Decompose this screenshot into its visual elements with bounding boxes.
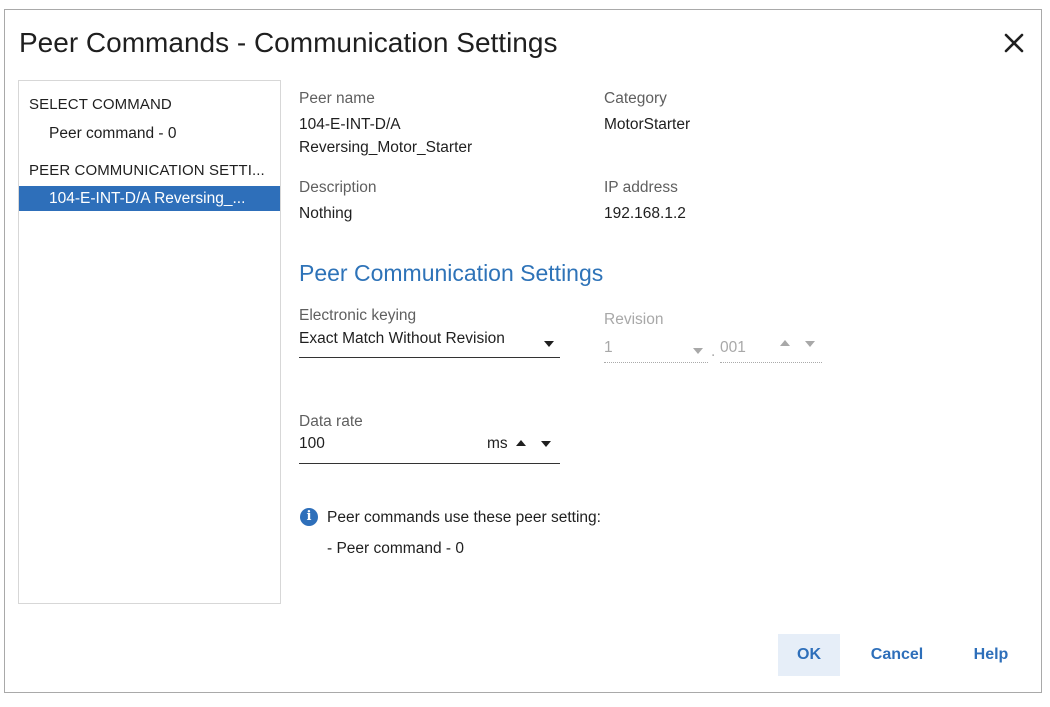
- revision-separator: .: [711, 343, 716, 360]
- revision-major-value: 1: [604, 339, 613, 356]
- info-message: Peer commands use these peer setting:: [327, 509, 601, 526]
- revision-label: Revision: [604, 311, 664, 328]
- info-list-item: - Peer command - 0: [327, 540, 464, 557]
- category-value: MotorStarter: [604, 116, 691, 133]
- peer-name-value-line1: 104-E-INT-D/A: [299, 116, 401, 133]
- decrement-icon[interactable]: [541, 441, 551, 447]
- revision-major-dropdown: 1: [604, 336, 708, 363]
- info-icon: i: [300, 508, 318, 526]
- data-rate-unit: ms: [487, 435, 508, 452]
- sidebar-item-peer-command-0[interactable]: Peer command - 0: [19, 121, 280, 146]
- sidebar-section-peer-communication-settings: PEER COMMUNICATION SETTI...: [29, 162, 265, 179]
- decrement-icon: [805, 341, 815, 347]
- description-label: Description: [299, 179, 377, 196]
- increment-icon: [780, 340, 790, 346]
- description-value: Nothing: [299, 205, 353, 222]
- dialog-title: Peer Commands - Communication Settings: [19, 27, 558, 58]
- communication-settings-dialog: Peer Commands - Communication Settings S…: [4, 9, 1042, 693]
- sidebar-item-peer-setting-selected[interactable]: 104-E-INT-D/A Reversing_...: [19, 186, 280, 211]
- revision-minor-stepper: 001: [720, 336, 822, 363]
- increment-icon[interactable]: [516, 440, 526, 446]
- electronic-keying-label: Electronic keying: [299, 307, 417, 324]
- sidebar-section-select-command: SELECT COMMAND: [29, 96, 172, 113]
- electronic-keying-value: Exact Match Without Revision: [299, 330, 505, 347]
- help-button[interactable]: Help: [961, 634, 1021, 676]
- data-rate-value: 100: [299, 435, 325, 452]
- chevron-down-icon: [544, 341, 554, 347]
- data-rate-stepper[interactable]: 100 ms: [299, 435, 560, 464]
- data-rate-label: Data rate: [299, 413, 363, 430]
- ip-address-value: 192.168.1.2: [604, 205, 686, 222]
- peer-name-label: Peer name: [299, 90, 375, 107]
- command-navigation-panel: SELECT COMMAND Peer command - 0 PEER COM…: [18, 80, 281, 604]
- peer-communication-settings-heading: Peer Communication Settings: [299, 260, 604, 286]
- revision-minor-value: 001: [720, 339, 746, 356]
- chevron-down-icon: [693, 348, 703, 354]
- ok-button[interactable]: OK: [778, 634, 840, 676]
- electronic-keying-dropdown[interactable]: Exact Match Without Revision: [299, 330, 560, 358]
- category-label: Category: [604, 90, 667, 107]
- cancel-button[interactable]: Cancel: [862, 634, 932, 676]
- ip-address-label: IP address: [604, 179, 678, 196]
- close-icon[interactable]: [1001, 30, 1027, 56]
- peer-name-value-line2: Reversing_Motor_Starter: [299, 139, 473, 156]
